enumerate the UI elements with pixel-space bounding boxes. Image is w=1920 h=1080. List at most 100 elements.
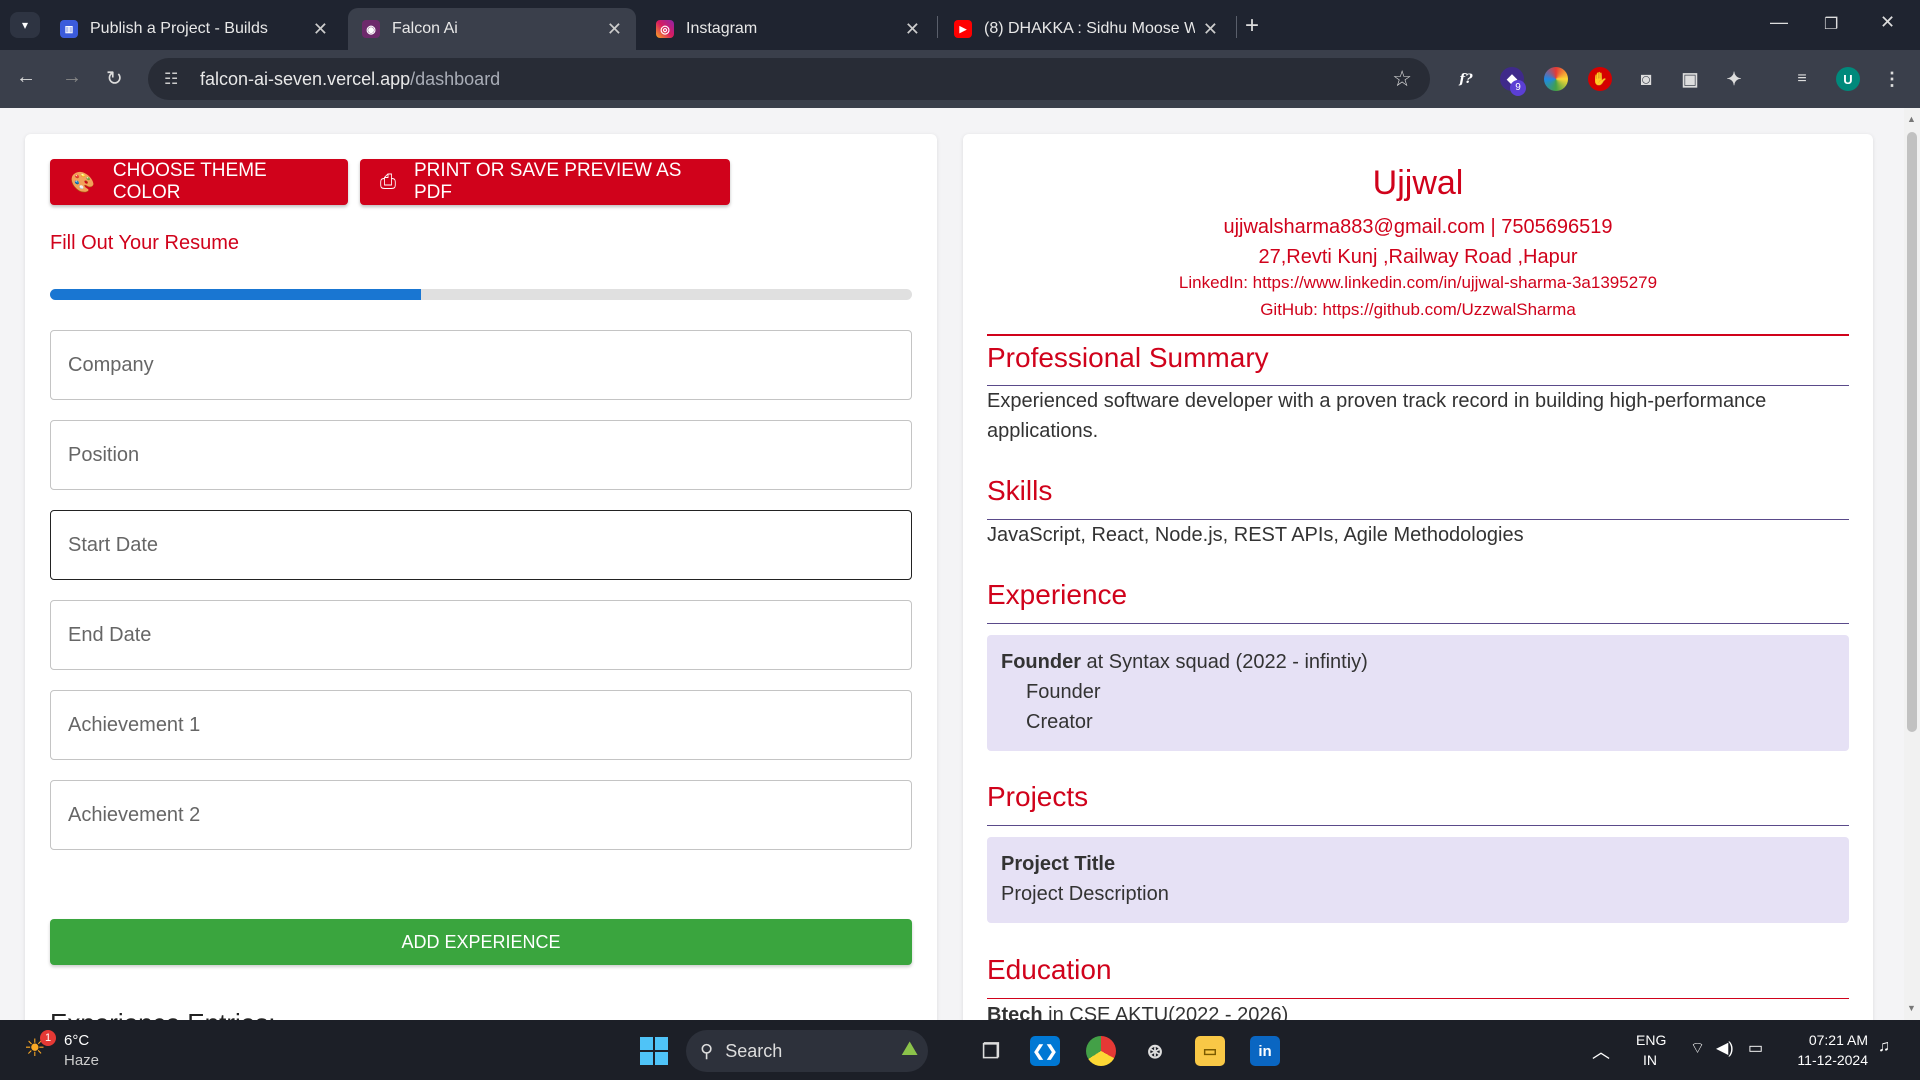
close-window-icon[interactable]: ✕ xyxy=(1880,12,1895,33)
url-text[interactable]: falcon-ai-seven.vercel.app/dashboard xyxy=(200,69,500,90)
chevron-up-icon[interactable]: ︿ xyxy=(1592,1038,1610,1064)
end-date-input[interactable]: End Date xyxy=(50,600,912,670)
address-bar[interactable]: ☷ falcon-ai-seven.vercel.app/dashboard ☆ xyxy=(148,58,1430,100)
preview-name: Ujjwal xyxy=(1372,164,1464,202)
experience-role: Founder xyxy=(1001,651,1081,673)
scrollbar-thumb[interactable] xyxy=(1907,132,1917,732)
youtube-icon: ▶ xyxy=(954,20,972,38)
tab-search-button[interactable]: ▾ xyxy=(10,12,40,38)
preview-github[interactable]: GitHub: https://github.com/UzzwalSharma xyxy=(963,300,1873,320)
palette-icon: 🎨 xyxy=(70,171,95,194)
project-card: Project Title Project Description xyxy=(987,837,1849,923)
preview-address: 27,Revti Kunj ,Railway Road ,Hapur xyxy=(1258,246,1578,268)
task-view-icon[interactable]: ❐ xyxy=(976,1036,1006,1066)
more-menu-icon[interactable]: ⋮ xyxy=(1880,67,1904,91)
resume-form-panel: 🎨 CHOOSE THEME COLOR ⎙ PRINT OR SAVE PRE… xyxy=(25,134,937,1020)
education-heading: Education xyxy=(987,954,1112,985)
search-icon: ⚲ xyxy=(700,1040,714,1061)
project-description: Project Description xyxy=(1001,883,1169,905)
close-tab-icon[interactable]: ✕ xyxy=(1203,19,1218,40)
section-divider xyxy=(987,998,1849,999)
reload-icon[interactable]: ↻ xyxy=(106,66,123,91)
extension-badge-count: 9 xyxy=(1510,80,1526,96)
github-desktop-icon[interactable]: ⊛ xyxy=(1140,1036,1170,1066)
company-input[interactable]: Company xyxy=(50,330,912,400)
choose-theme-color-button[interactable]: 🎨 CHOOSE THEME COLOR xyxy=(50,159,348,205)
forward-icon[interactable]: → xyxy=(62,66,82,89)
experience-heading: Experience xyxy=(987,579,1128,610)
progress-bar xyxy=(50,289,912,300)
experience-item: Founder xyxy=(1026,681,1101,703)
resume-preview-panel: Ujjwal ujjwalsharma883@gmail.com | 75056… xyxy=(963,134,1873,1020)
add-experience-button[interactable]: ADD EXPERIENCE xyxy=(50,919,912,965)
summary-text: Experienced software developer with a pr… xyxy=(987,390,1767,442)
taskbar-search[interactable]: ⚲ Search ⛰ xyxy=(686,1030,928,1072)
tab-falcon-ai[interactable]: ◉ Falcon Ai ✕ xyxy=(348,8,636,50)
minimize-icon[interactable]: — xyxy=(1770,12,1788,33)
camera-extension-icon[interactable]: ◙ xyxy=(1634,67,1658,91)
region-indicator[interactable]: IN xyxy=(1643,1052,1657,1068)
notification-bell-icon[interactable]: ♫ xyxy=(1878,1038,1890,1056)
project-title: Project Title xyxy=(1001,853,1116,875)
experience-entries-heading: Experience Entries: xyxy=(50,1008,275,1020)
tab-youtube[interactable]: ▶ (8) DHAKKA : Sidhu Moose Wal ✕ xyxy=(940,8,1232,50)
bookmark-star-icon[interactable]: ☆ xyxy=(1392,66,1412,92)
battery-icon[interactable]: ▭ xyxy=(1748,1038,1763,1058)
preview-contact: ujjwalsharma883@gmail.com | 7505696519 xyxy=(1223,216,1613,238)
close-tab-icon[interactable]: ✕ xyxy=(905,19,920,40)
language-indicator[interactable]: ENG xyxy=(1636,1032,1666,1048)
chrome-icon[interactable] xyxy=(1086,1036,1116,1066)
skills-heading: Skills xyxy=(987,475,1053,506)
start-date-input[interactable]: Start Date xyxy=(50,510,912,580)
formula-extension-icon[interactable]: f? xyxy=(1454,67,1478,91)
scroll-down-icon[interactable]: ▼ xyxy=(1907,1003,1916,1013)
new-tab-icon[interactable]: + xyxy=(1245,12,1259,40)
restore-icon[interactable]: ❐ xyxy=(1824,14,1838,34)
experience-detail: at Syntax squad (2022 - infintiy) xyxy=(1081,651,1368,673)
printer-icon: ⎙ xyxy=(380,170,396,193)
falcon-icon: ◉ xyxy=(362,20,380,38)
color-wheel-extension-icon[interactable] xyxy=(1544,67,1568,91)
linkedin-icon[interactable]: in xyxy=(1250,1036,1280,1066)
tab-strip: ▾ ▥ Publish a Project - Builds ✕ ◉ Falco… xyxy=(0,0,1920,50)
form-title: Fill Out Your Resume xyxy=(50,232,239,254)
page-viewport: 🎨 CHOOSE THEME COLOR ⎙ PRINT OR SAVE PRE… xyxy=(0,108,1904,1020)
profile-avatar[interactable]: U xyxy=(1836,67,1860,91)
scroll-up-icon[interactable]: ▲ xyxy=(1907,114,1916,124)
windows-start-icon[interactable] xyxy=(639,1036,669,1066)
header-divider xyxy=(987,334,1849,336)
progress-fill xyxy=(50,289,421,300)
site-info-icon[interactable]: ☷ xyxy=(164,69,186,89)
instagram-icon: ◎ xyxy=(656,20,674,38)
tab-instagram[interactable]: ◎ Instagram ✕ xyxy=(642,8,934,50)
stop-hand-extension-icon[interactable]: ✋ xyxy=(1588,67,1612,91)
clock-date[interactable]: 11-12-2024 xyxy=(1784,1052,1868,1068)
close-tab-icon[interactable]: ✕ xyxy=(313,19,328,40)
tab-builds[interactable]: ▥ Publish a Project - Builds ✕ xyxy=(46,8,342,50)
back-icon[interactable]: ← xyxy=(16,66,36,89)
volume-icon[interactable]: ◀) xyxy=(1716,1038,1734,1058)
builds-icon: ▥ xyxy=(60,20,78,38)
clock-time[interactable]: 07:21 AM xyxy=(1792,1032,1868,1048)
wifi-icon[interactable]: ⌔ xyxy=(1690,1038,1705,1058)
section-divider xyxy=(987,623,1849,624)
preview-linkedin[interactable]: LinkedIn: https://www.linkedin.com/in/uj… xyxy=(963,273,1873,293)
tab-separator xyxy=(1236,16,1237,38)
achievement-1-input[interactable]: Achievement 1 xyxy=(50,690,912,760)
position-input[interactable]: Position xyxy=(50,420,912,490)
weather-desc[interactable]: Haze xyxy=(64,1052,99,1069)
experience-card: Founder at Syntax squad (2022 - infintiy… xyxy=(987,635,1849,751)
mountains-icon: ⛰ xyxy=(901,1038,918,1060)
chevron-down-icon: ▾ xyxy=(21,18,29,32)
media-controls-icon[interactable]: ≡ xyxy=(1790,67,1814,91)
file-explorer-icon[interactable]: ▭ xyxy=(1195,1036,1225,1066)
chip-extension-icon[interactable]: ▣ xyxy=(1678,67,1702,91)
close-tab-icon[interactable]: ✕ xyxy=(607,19,622,40)
page-scrollbar[interactable]: ▲ ▼ xyxy=(1904,108,1920,1020)
skills-text: JavaScript, React, Node.js, REST APIs, A… xyxy=(987,524,1524,546)
vscode-icon[interactable]: ❮❯ xyxy=(1030,1036,1060,1066)
puzzle-extensions-icon[interactable]: ✦ xyxy=(1722,67,1746,91)
weather-temp[interactable]: 6°C xyxy=(64,1032,89,1049)
print-save-pdf-button[interactable]: ⎙ PRINT OR SAVE PREVIEW AS PDF xyxy=(360,159,730,205)
achievement-2-input[interactable]: Achievement 2 xyxy=(50,780,912,850)
